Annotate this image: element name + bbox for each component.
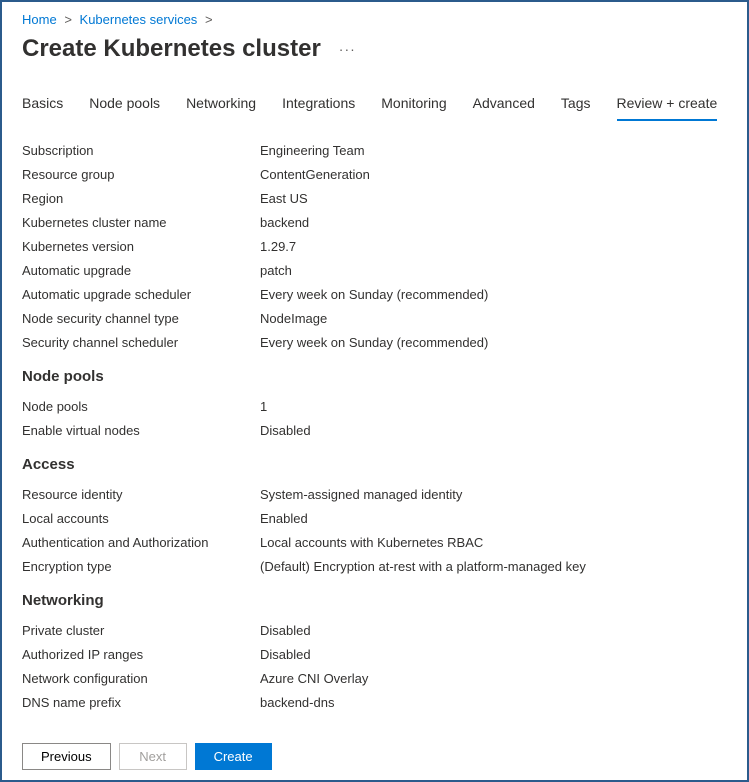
summary-label: Security channel scheduler [22, 335, 260, 350]
summary-value: 1.29.7 [260, 239, 296, 254]
summary-value: Enabled [260, 511, 308, 526]
summary-label: Resource identity [22, 487, 260, 502]
summary-row: Node pools 1 [22, 399, 727, 414]
summary-label: Node pools [22, 399, 260, 414]
summary-label: Resource group [22, 167, 260, 182]
summary-value: Engineering Team [260, 143, 365, 158]
summary-label: Kubernetes cluster name [22, 215, 260, 230]
summary-label: DNS name prefix [22, 695, 260, 710]
summary-row: Region East US [22, 191, 727, 206]
tab-review-create[interactable]: Review + create [617, 89, 718, 121]
summary-row: Node security channel type NodeImage [22, 311, 727, 326]
summary-value: NodeImage [260, 311, 327, 326]
summary-row: Resource group ContentGeneration [22, 167, 727, 182]
summary-row: Local accounts Enabled [22, 511, 727, 526]
summary-value: Disabled [260, 623, 311, 638]
summary-row: Automatic upgrade patch [22, 263, 727, 278]
section-heading-access: Access [22, 456, 727, 473]
tab-basics[interactable]: Basics [22, 89, 63, 121]
summary-label: Enable virtual nodes [22, 423, 260, 438]
summary-value: backend-dns [260, 695, 334, 710]
summary-value: ContentGeneration [260, 167, 370, 182]
summary-value: Every week on Sunday (recommended) [260, 335, 488, 350]
summary-label: Local accounts [22, 511, 260, 526]
more-icon[interactable]: ··· [339, 41, 356, 57]
next-button[interactable]: Next [119, 743, 187, 770]
summary-row: Authentication and Authorization Local a… [22, 535, 727, 550]
tab-tags[interactable]: Tags [561, 89, 591, 121]
summary-row: Kubernetes version 1.29.7 [22, 239, 727, 254]
previous-button[interactable]: Previous [22, 743, 111, 770]
summary-value: Local accounts with Kubernetes RBAC [260, 535, 483, 550]
summary-value: patch [260, 263, 292, 278]
summary-label: Automatic upgrade [22, 263, 260, 278]
tab-integrations[interactable]: Integrations [282, 89, 355, 121]
summary-row: Subscription Engineering Team [22, 143, 727, 158]
summary-row: Authorized IP ranges Disabled [22, 647, 727, 662]
section-heading-node-pools: Node pools [22, 368, 727, 385]
tab-advanced[interactable]: Advanced [473, 89, 535, 121]
summary-label: Subscription [22, 143, 260, 158]
summary-value: Disabled [260, 647, 311, 662]
section-heading-networking: Networking [22, 592, 727, 609]
summary-value: 1 [260, 399, 267, 414]
chevron-right-icon: > [205, 12, 213, 27]
summary-label: Authentication and Authorization [22, 535, 260, 550]
tab-monitoring[interactable]: Monitoring [381, 89, 446, 121]
page-title-row: Create Kubernetes cluster ··· [2, 31, 747, 79]
summary-row: Private cluster Disabled [22, 623, 727, 638]
summary-label: Encryption type [22, 559, 260, 574]
summary-row: Encryption type (Default) Encryption at-… [22, 559, 727, 574]
summary-value: Every week on Sunday (recommended) [260, 287, 488, 302]
breadcrumb: Home > Kubernetes services > [2, 2, 747, 31]
summary-value: Disabled [260, 423, 311, 438]
summary-value: (Default) Encryption at-rest with a plat… [260, 559, 586, 574]
tab-networking[interactable]: Networking [186, 89, 256, 121]
summary-row: DNS name prefix backend-dns [22, 695, 727, 710]
summary-label: Automatic upgrade scheduler [22, 287, 260, 302]
summary-row: Resource identity System-assigned manage… [22, 487, 727, 502]
summary-row: Automatic upgrade scheduler Every week o… [22, 287, 727, 302]
summary-row: Network configuration Azure CNI Overlay [22, 671, 727, 686]
create-button[interactable]: Create [195, 743, 272, 770]
summary-row: Enable virtual nodes Disabled [22, 423, 727, 438]
breadcrumb-kubernetes-services[interactable]: Kubernetes services [80, 12, 198, 27]
tab-node-pools[interactable]: Node pools [89, 89, 160, 121]
summary-label: Kubernetes version [22, 239, 260, 254]
summary-label: Authorized IP ranges [22, 647, 260, 662]
summary-value: Azure CNI Overlay [260, 671, 368, 686]
summary-row: Security channel scheduler Every week on… [22, 335, 727, 350]
summary-label: Node security channel type [22, 311, 260, 326]
summary-value: backend [260, 215, 309, 230]
page-title: Create Kubernetes cluster [22, 35, 321, 63]
summary-value: East US [260, 191, 308, 206]
summary-label: Network configuration [22, 671, 260, 686]
breadcrumb-home[interactable]: Home [22, 12, 57, 27]
footer: Previous Next Create [2, 733, 747, 780]
summary-row: Kubernetes cluster name backend [22, 215, 727, 230]
summary-value: System-assigned managed identity [260, 487, 462, 502]
chevron-right-icon: > [64, 12, 72, 27]
tabs: Basics Node pools Networking Integration… [2, 89, 747, 121]
summary-label: Private cluster [22, 623, 260, 638]
summary-label: Region [22, 191, 260, 206]
content-area: Subscription Engineering Team Resource g… [2, 121, 747, 724]
